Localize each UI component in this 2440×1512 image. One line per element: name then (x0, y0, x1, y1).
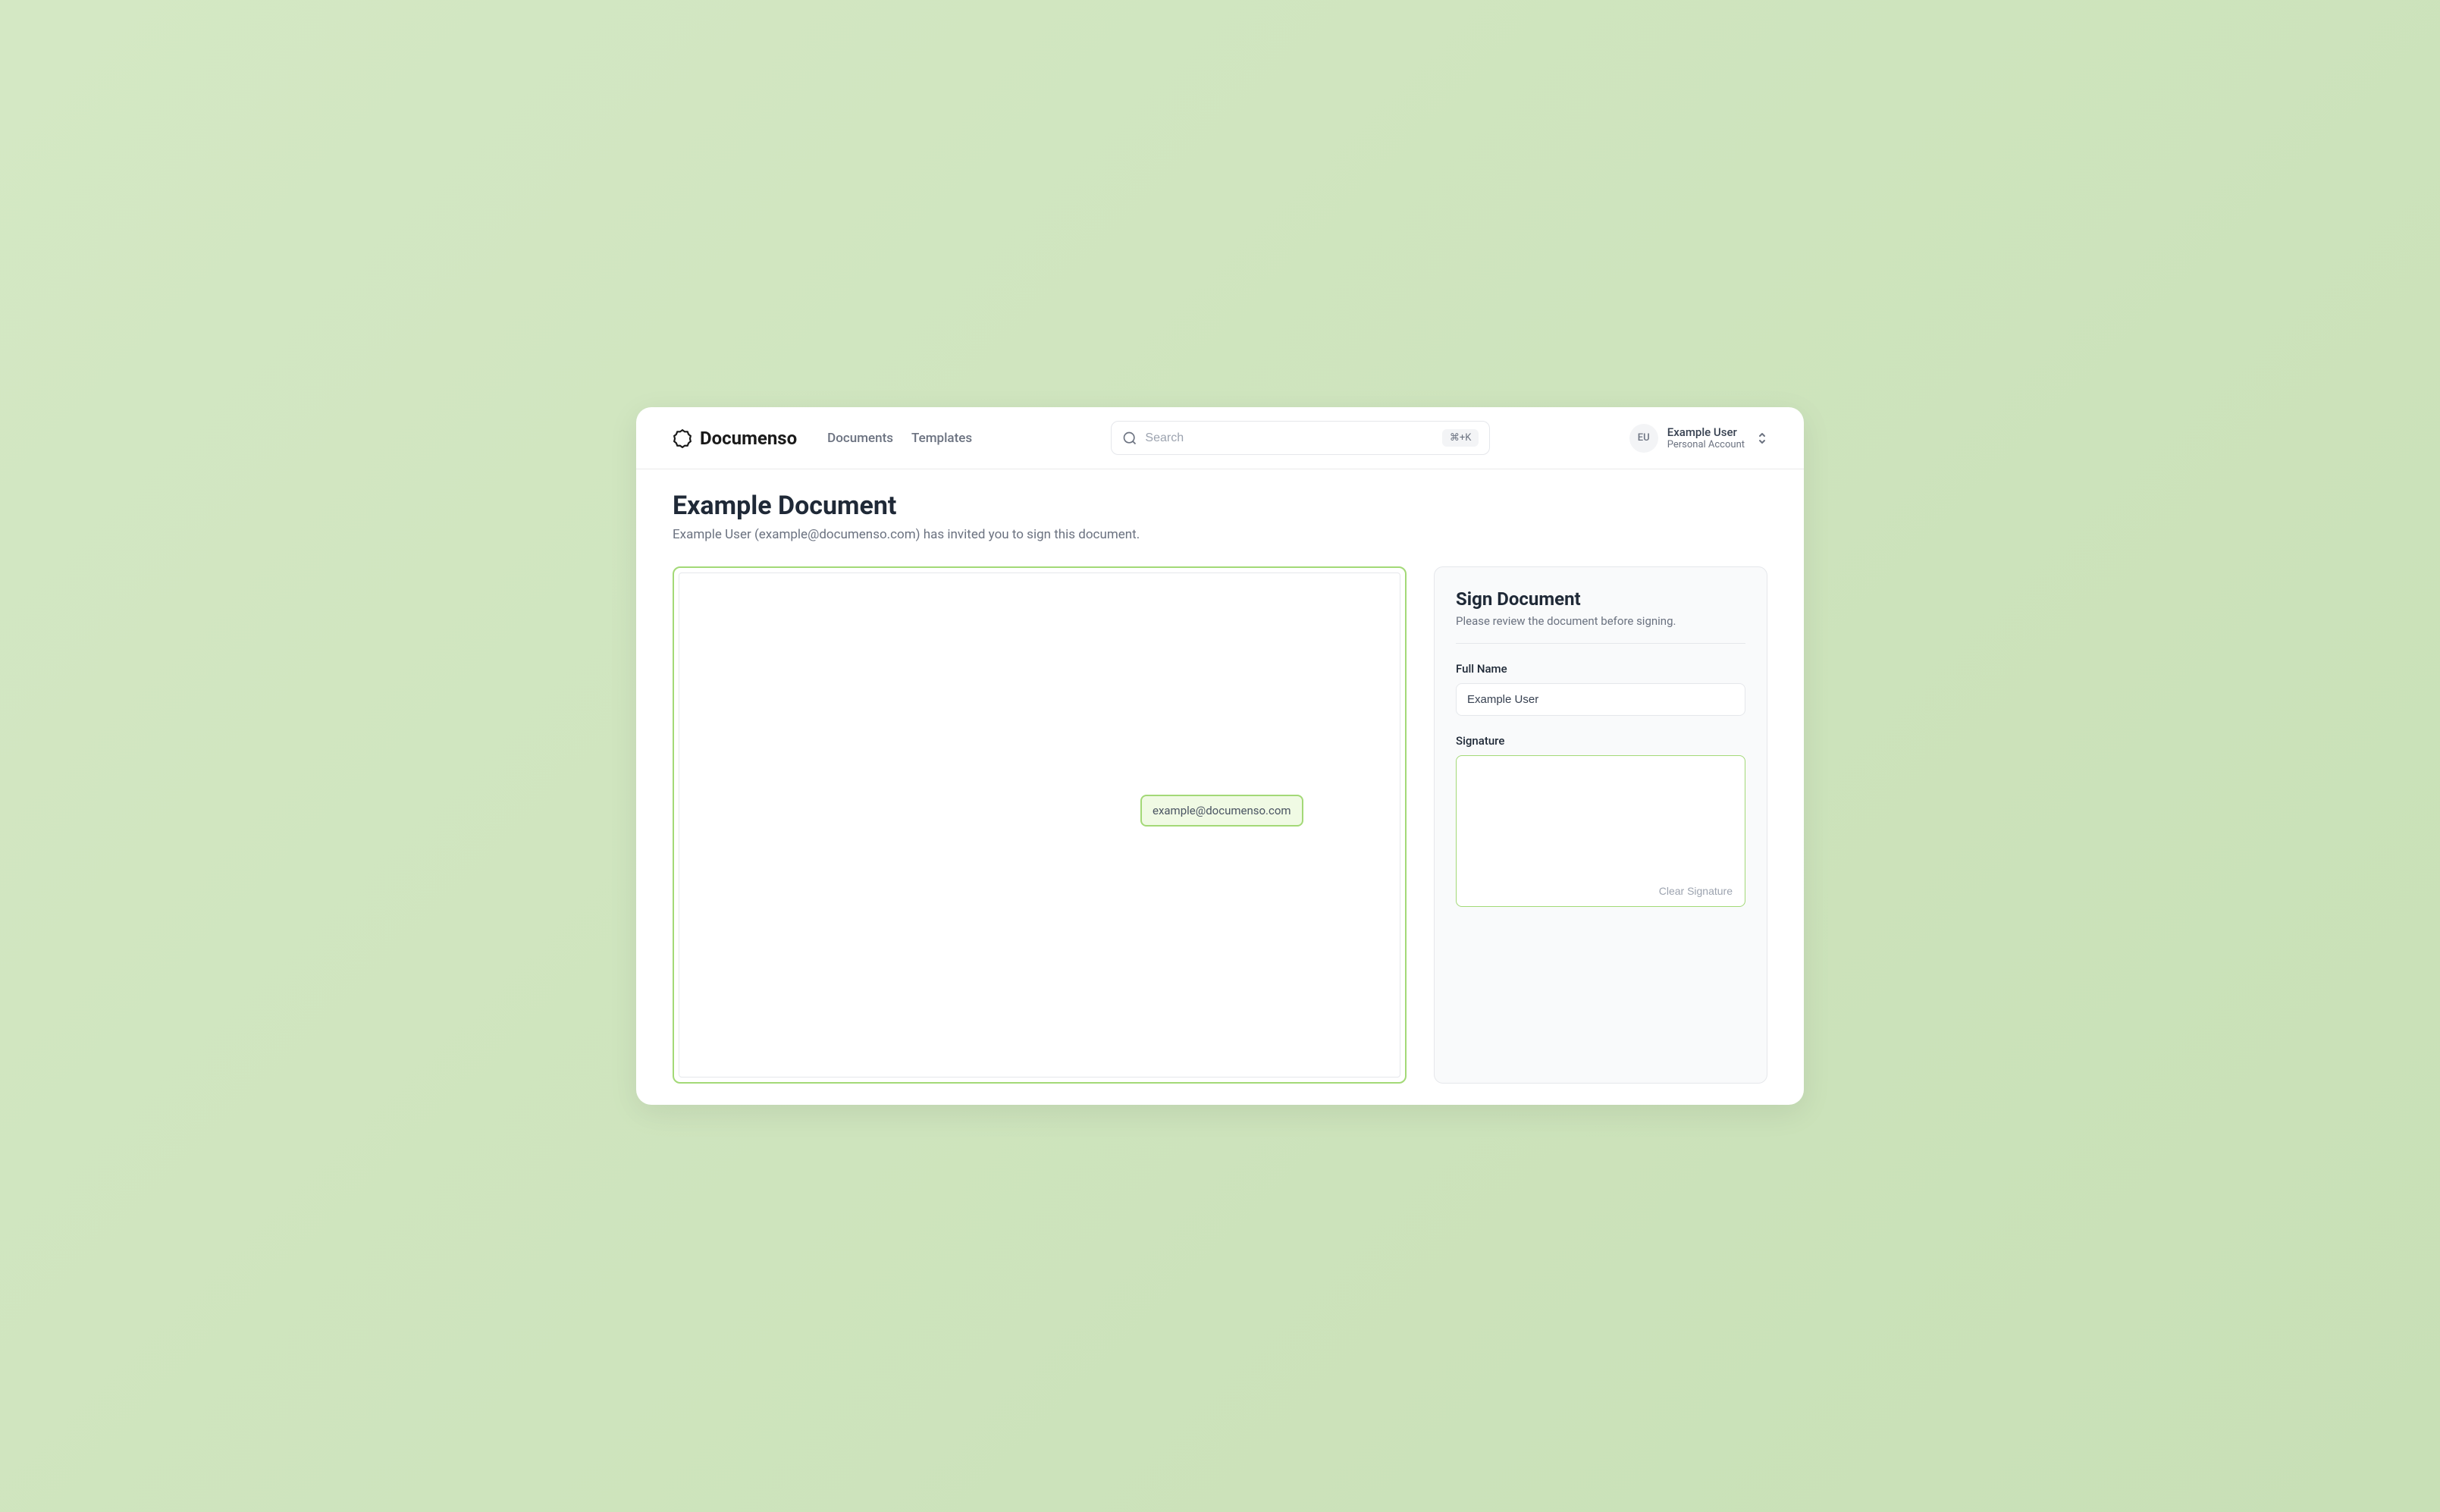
document-viewer[interactable]: example@documenso.com (673, 566, 1407, 1084)
search-input[interactable] (1145, 431, 1434, 445)
sign-panel-title: Sign Document (1456, 588, 1745, 610)
nav-templates[interactable]: Templates (911, 431, 972, 446)
user-subtitle: Personal Account (1667, 439, 1745, 450)
avatar: EU (1629, 424, 1658, 453)
search-shortcut: ⌘+K (1442, 429, 1479, 447)
brand-logo[interactable]: Documenso (673, 428, 797, 449)
user-menu[interactable]: EU Example User Personal Account (1629, 424, 1767, 453)
signature-pad[interactable]: Clear Signature (1456, 755, 1745, 907)
main-grid: example@documenso.com Sign Document Plea… (673, 566, 1767, 1084)
clear-signature-button[interactable]: Clear Signature (1659, 885, 1733, 897)
full-name-label: Full Name (1456, 662, 1745, 676)
sign-panel: Sign Document Please review the document… (1434, 566, 1767, 1084)
search-box[interactable]: ⌘+K (1111, 421, 1490, 455)
document-page: example@documenso.com (679, 572, 1400, 1078)
user-info: Example User Personal Account (1667, 425, 1745, 450)
document-email-field[interactable]: example@documenso.com (1140, 795, 1303, 827)
main-content: Example Document Example User (example@d… (636, 469, 1804, 1105)
brand-name: Documenso (700, 428, 797, 449)
sign-panel-subtitle: Please review the document before signin… (1456, 614, 1745, 644)
full-name-input[interactable] (1456, 683, 1745, 716)
signature-label: Signature (1456, 734, 1745, 748)
search-icon (1122, 431, 1137, 446)
page-subtitle: Example User (example@documenso.com) has… (673, 527, 1767, 542)
page-title: Example Document (673, 491, 1767, 521)
main-nav: Documents Templates (827, 431, 972, 446)
header: Documenso Documents Templates ⌘+K EU Exa… (636, 407, 1804, 469)
signature-group: Signature Clear Signature (1456, 734, 1745, 907)
full-name-group: Full Name (1456, 662, 1745, 716)
user-name: Example User (1667, 425, 1745, 439)
brand-logo-icon (673, 428, 692, 448)
nav-documents[interactable]: Documents (827, 431, 893, 446)
chevrons-up-down-icon (1757, 431, 1767, 445)
search-container: ⌘+K (1111, 421, 1490, 455)
app-window: Documenso Documents Templates ⌘+K EU Exa… (636, 407, 1804, 1105)
